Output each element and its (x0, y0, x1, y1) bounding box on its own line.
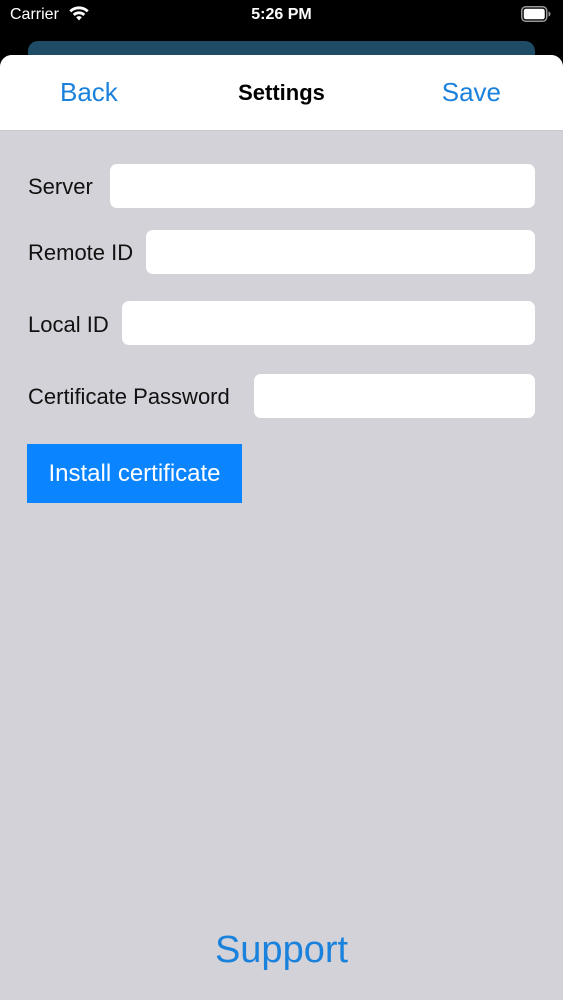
local-id-field[interactable] (122, 301, 535, 345)
server-label: Server (28, 174, 93, 199)
certificate-password-field[interactable] (254, 374, 535, 418)
server-field[interactable] (110, 164, 535, 208)
settings-sheet: Back Settings Save Server Remote ID Loca… (0, 55, 563, 1000)
screen: Carrier 5:26 PM Back Settings Save Serve… (0, 0, 563, 1000)
navigation-bar: Back Settings Save (0, 55, 563, 131)
clock: 5:26 PM (251, 6, 312, 23)
certificate-password-label: Certificate Password (28, 384, 230, 409)
remote-id-field[interactable] (146, 230, 535, 274)
support-link[interactable]: Support (0, 927, 563, 973)
install-certificate-button[interactable]: Install certificate (27, 444, 242, 503)
status-bar: Carrier 5:26 PM (0, 0, 563, 30)
save-button[interactable]: Save (442, 77, 501, 107)
local-id-label: Local ID (28, 312, 109, 337)
remote-id-label: Remote ID (28, 240, 134, 265)
battery-icon (521, 6, 551, 22)
